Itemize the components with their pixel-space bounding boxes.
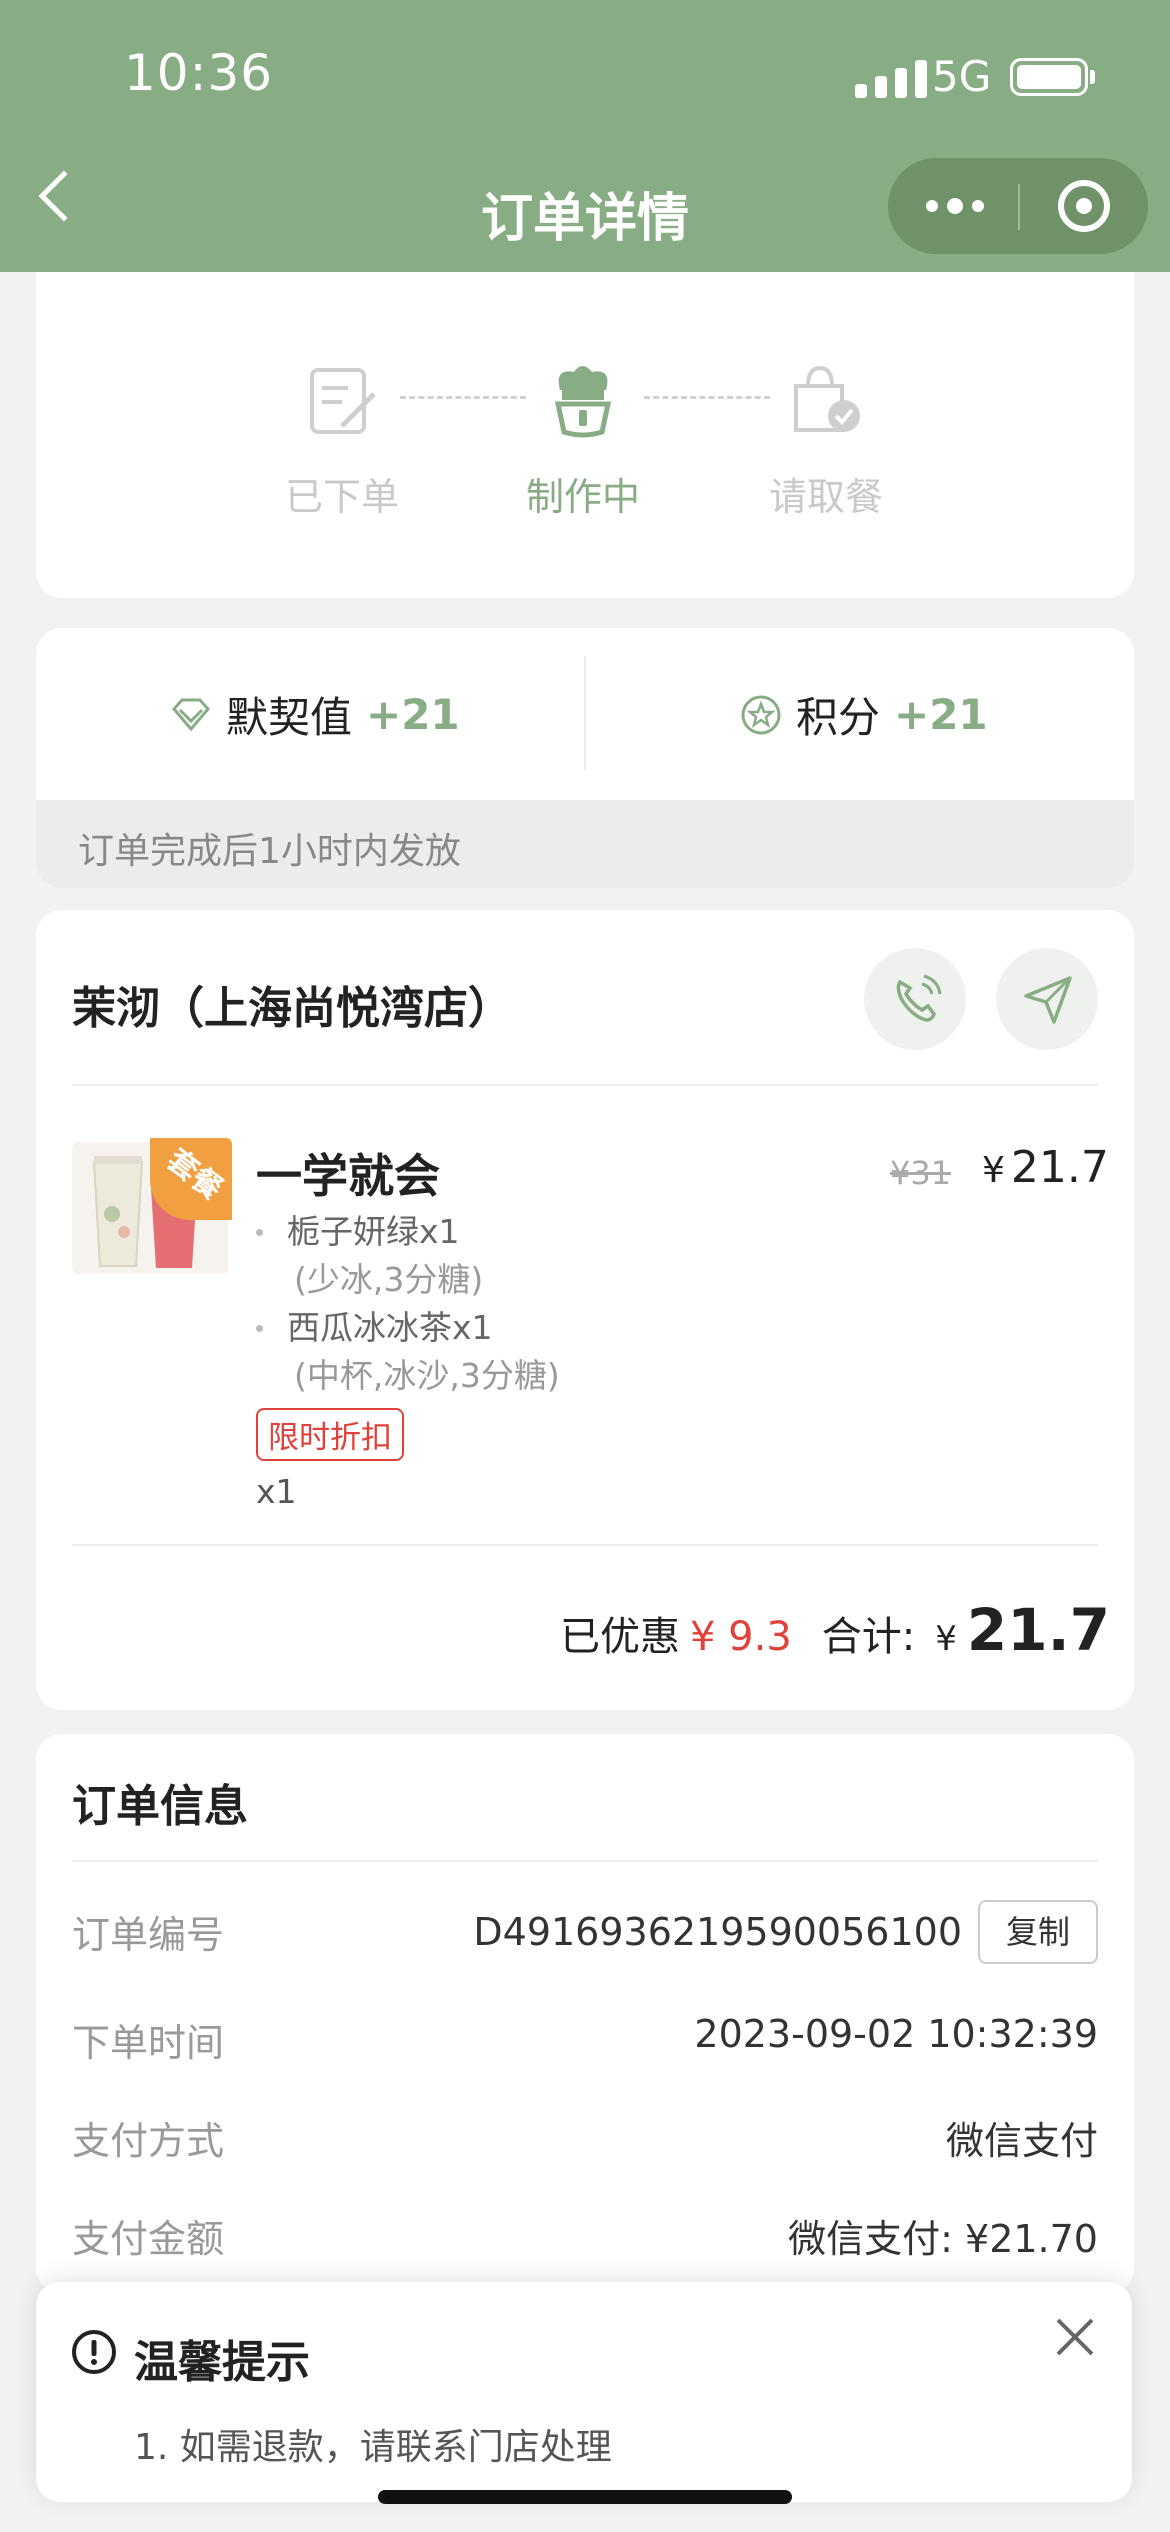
rewards-divider	[584, 656, 586, 770]
payment-method-value: 微信支付	[945, 2119, 1098, 2163]
total-label: 合计:	[821, 1614, 916, 1660]
battery-icon	[1010, 58, 1088, 96]
item-name: 一学就会	[256, 1149, 440, 1203]
store-name: 茉沏（上海尚悦湾店）	[72, 983, 512, 1034]
price-symbol: ¥	[982, 1150, 1005, 1191]
rewards-note: 订单完成后1小时内发放	[78, 831, 461, 872]
discount-label: 已优惠	[560, 1614, 680, 1660]
call-store-button[interactable]	[864, 948, 966, 1050]
divider	[72, 1544, 1098, 1546]
order-summary: 已优惠 ¥ 9.3 合计: ¥ 21.7	[560, 1596, 1110, 1664]
reward-points: 积分 +21	[740, 684, 988, 745]
reward-points-label: 积分	[796, 693, 881, 742]
divider	[72, 1860, 1098, 1862]
payment-method-label: 支付方式	[72, 2119, 225, 2163]
signal-icon	[855, 58, 927, 98]
alert-icon	[72, 2330, 116, 2374]
payment-amount-label: 支付金额	[72, 2217, 225, 2261]
bullet	[256, 1228, 263, 1236]
item-components: 栀子妍绿x1 (少冰,3分糖) 西瓜冰冰茶x1 (中杯,冰沙,3分糖)	[256, 1208, 560, 1400]
item-price: ¥ 21.7	[982, 1142, 1109, 1193]
component-name: 栀子妍绿x1	[287, 1212, 460, 1251]
close-mini-program-icon[interactable]	[1058, 180, 1110, 232]
total-value: 21.7	[966, 1596, 1111, 1664]
battery-tip	[1090, 70, 1095, 84]
component-row: 西瓜冰冰茶x1	[256, 1304, 560, 1352]
reward-points-value: +21	[894, 690, 988, 739]
discount-value: ¥ 9.3	[690, 1614, 792, 1660]
status-time: 10:36	[124, 44, 274, 102]
reward-affinity: 默契值 +21	[170, 684, 460, 745]
step-label-pickup: 请取餐	[768, 475, 883, 519]
component-name: 西瓜冰冰茶x1	[287, 1308, 493, 1347]
item-quantity: x1	[256, 1472, 297, 1511]
progress-connector	[644, 396, 770, 399]
close-tip-button[interactable]	[1052, 2314, 1098, 2360]
component-options: (中杯,冰沙,3分糖)	[294, 1356, 560, 1395]
tip-text: 1. 如需退款，请联系门店处理	[134, 2427, 612, 2468]
order-placed-icon	[310, 368, 376, 434]
navigate-button[interactable]	[996, 948, 1098, 1050]
step-label-making: 制作中	[525, 475, 640, 519]
item-original-price: ¥31	[890, 1154, 952, 1192]
order-time-value: 2023-09-02 10:32:39	[694, 2012, 1098, 2056]
reward-affinity-value: +21	[366, 690, 460, 739]
price-value: 21.7	[1010, 1142, 1109, 1193]
order-time-label: 下单时间	[72, 2021, 225, 2065]
more-icon[interactable]	[926, 198, 984, 214]
network-label: 5G	[932, 52, 992, 101]
payment-amount-value: 微信支付: ¥21.70	[788, 2217, 1098, 2261]
component-options: (少冰,3分糖)	[294, 1260, 484, 1299]
order-number-value: D4916936219590056100	[473, 1910, 962, 1954]
component-row: 栀子妍绿x1	[256, 1208, 560, 1256]
combo-badge-label: 套餐	[160, 1142, 229, 1208]
diamond-icon	[172, 698, 210, 731]
step-label-placed: 已下单	[284, 475, 399, 519]
star-icon	[741, 695, 781, 734]
total-symbol: ¥	[935, 1619, 957, 1659]
order-number-label: 订单编号	[72, 1913, 225, 1957]
copy-button[interactable]: 复制	[978, 1900, 1098, 1964]
home-indicator	[378, 2490, 792, 2504]
combo-badge: 套餐	[150, 1138, 232, 1220]
discount-tag: 限时折扣	[256, 1408, 404, 1461]
phone-icon	[896, 974, 942, 1022]
capsule-divider	[1018, 184, 1020, 230]
close-icon	[1056, 2318, 1094, 2356]
tip-title: 温馨提示	[134, 2337, 310, 2388]
order-info-title: 订单信息	[72, 1781, 248, 1832]
reward-affinity-label: 默契值	[226, 693, 353, 742]
pickup-bag-icon	[794, 365, 860, 432]
progress-connector	[400, 396, 526, 399]
making-icon	[554, 366, 612, 438]
divider	[72, 1084, 1098, 1086]
bullet	[256, 1324, 263, 1332]
navigation-icon	[1024, 976, 1072, 1024]
